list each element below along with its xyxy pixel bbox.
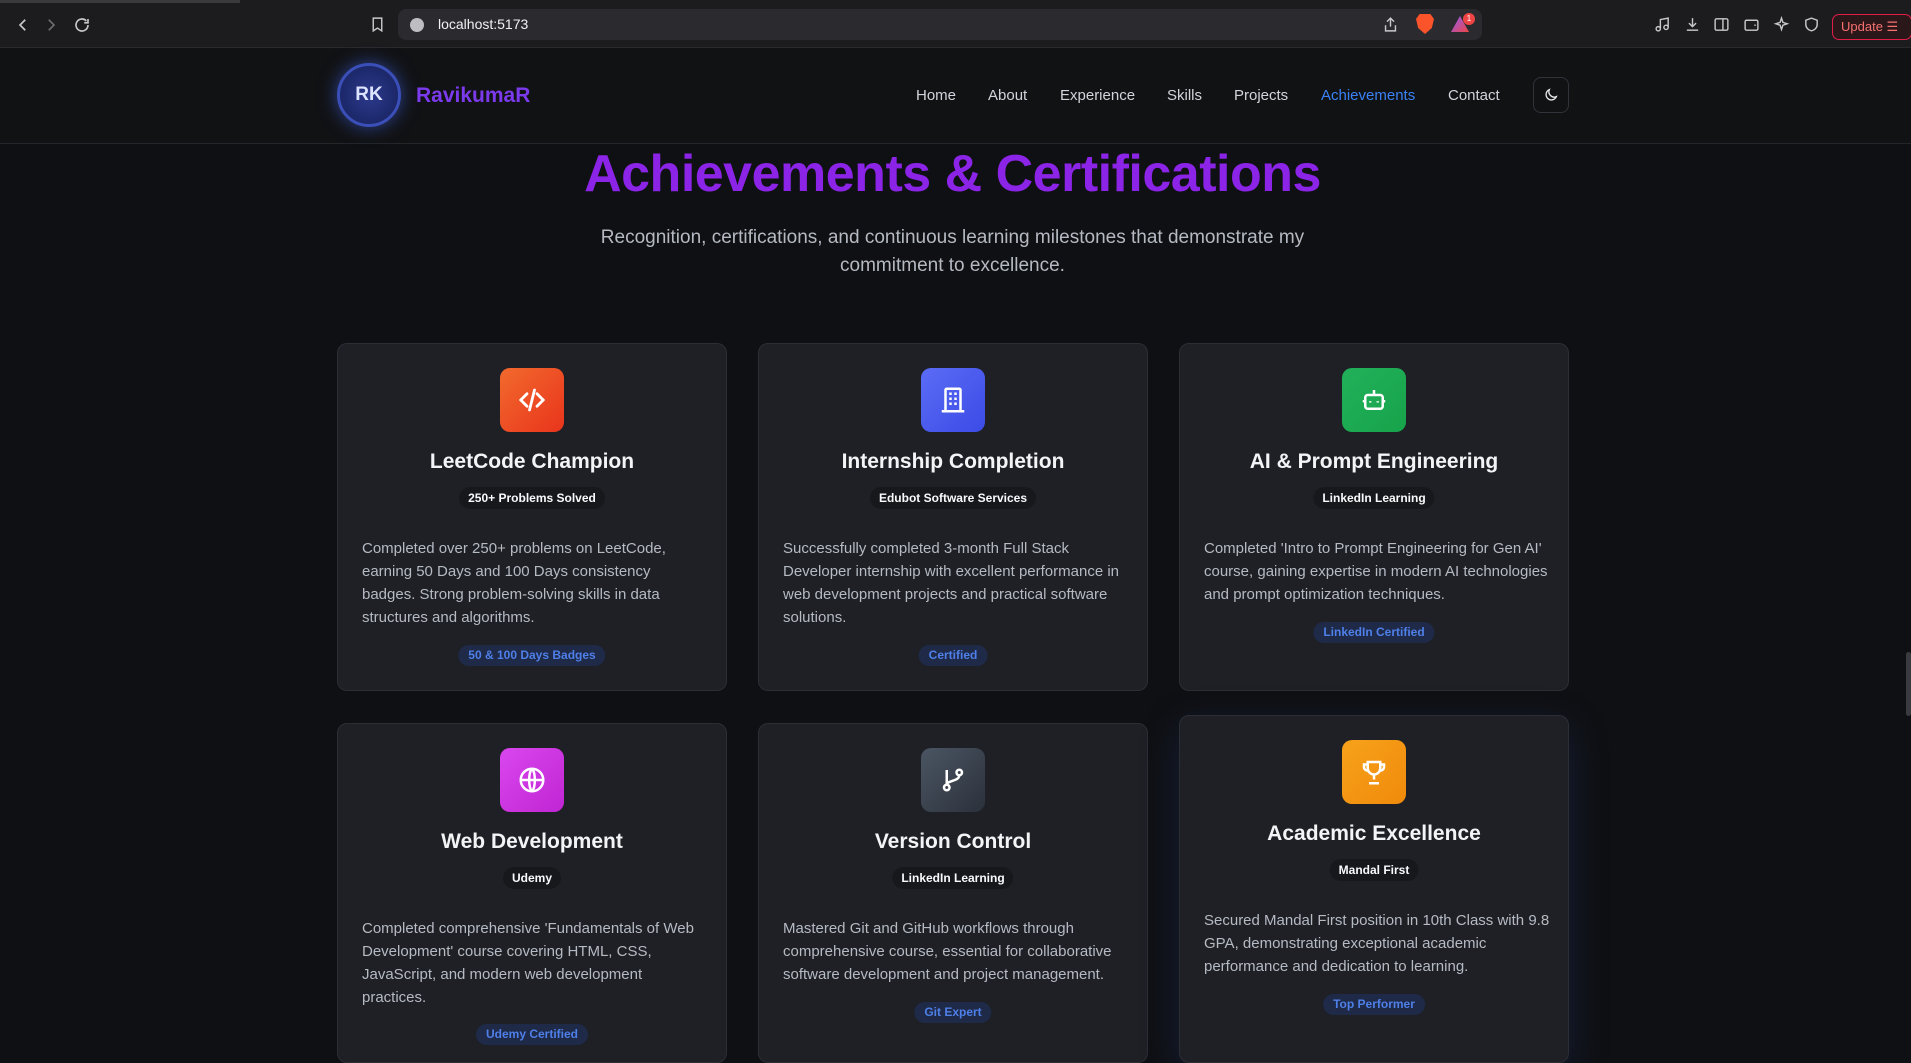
code-icon xyxy=(500,368,564,432)
card-description: Completed comprehensive 'Fundamentals of… xyxy=(362,920,694,1006)
url-text[interactable]: localhost:5173 xyxy=(438,16,528,32)
card-title: Internship Completion xyxy=(841,450,1065,473)
card-subtitle: Mandal First xyxy=(1329,859,1419,881)
card-subtitle: Udemy xyxy=(502,867,562,889)
card-title: Version Control xyxy=(874,830,1032,853)
achievement-card-leetcode[interactable]: LeetCode Champion 250+ Problems Solved C… xyxy=(337,343,727,691)
vpn-shield-icon[interactable] xyxy=(1802,15,1820,33)
avatar-logo[interactable]: RK xyxy=(337,63,401,127)
share-icon[interactable] xyxy=(1381,15,1399,33)
wallet-icon[interactable] xyxy=(1742,15,1760,33)
card-description: Secured Mandal First position in 10th Cl… xyxy=(1204,912,1550,975)
address-bar[interactable] xyxy=(398,9,1482,40)
card-badge: Udemy Certified xyxy=(475,1024,589,1045)
page-title: Achievements & Certifications xyxy=(584,145,1321,203)
card-title: LeetCode Champion xyxy=(429,450,635,473)
card-subtitle: 250+ Problems Solved xyxy=(459,487,605,509)
trophy-icon xyxy=(1342,740,1406,804)
rewards-badge: 1 xyxy=(1463,13,1475,25)
nav-achievements[interactable]: Achievements xyxy=(1321,87,1415,104)
achievement-card-version-control[interactable]: Version Control LinkedIn Learning Master… xyxy=(758,723,1148,1063)
card-title: Web Development xyxy=(441,830,623,853)
back-icon[interactable] xyxy=(12,14,34,36)
achievement-card-internship[interactable]: Internship Completion Edubot Software Se… xyxy=(758,343,1148,691)
card-description: Successfully completed 3-month Full Stac… xyxy=(783,540,1120,626)
nav-skills[interactable]: Skills xyxy=(1167,87,1202,104)
card-subtitle: Edubot Software Services xyxy=(869,487,1037,509)
card-badge: 50 & 100 Days Badges xyxy=(458,645,606,666)
bookmark-icon[interactable] xyxy=(368,15,386,33)
theme-toggle-button[interactable] xyxy=(1533,77,1569,113)
page-subtitle: Recognition, certifications, and continu… xyxy=(600,227,1305,276)
moon-icon xyxy=(1545,88,1558,101)
card-badge: Git Expert xyxy=(914,1002,992,1023)
nav-projects[interactable]: Projects xyxy=(1234,87,1288,104)
card-description: Completed 'Intro to Prompt Engineering f… xyxy=(1204,540,1548,603)
forward-icon[interactable] xyxy=(40,14,62,36)
card-subtitle: LinkedIn Learning xyxy=(892,867,1014,889)
nav-experience[interactable]: Experience xyxy=(1060,87,1135,104)
nav-about[interactable]: About xyxy=(988,87,1027,104)
achievement-card-webdev[interactable]: Web Development Udemy Completed comprehe… xyxy=(337,723,727,1063)
globe-icon xyxy=(500,748,564,812)
card-badge: LinkedIn Certified xyxy=(1313,622,1435,643)
building-icon xyxy=(921,368,985,432)
download-icon[interactable] xyxy=(1683,15,1701,33)
card-subtitle: LinkedIn Learning xyxy=(1313,487,1435,509)
git-branch-icon xyxy=(921,748,985,812)
card-description: Completed over 250+ problems on LeetCode… xyxy=(362,540,666,626)
site-info-icon[interactable] xyxy=(410,18,424,32)
card-badge: Top Performer xyxy=(1323,994,1425,1015)
achievement-card-ai[interactable]: AI & Prompt Engineering LinkedIn Learnin… xyxy=(1179,343,1569,691)
update-button[interactable]: Update ☰ xyxy=(1832,14,1911,40)
tab-strip[interactable] xyxy=(0,0,240,3)
leo-ai-icon[interactable] xyxy=(1772,15,1790,33)
music-icon[interactable] xyxy=(1653,15,1671,33)
card-title: Academic Excellence xyxy=(1267,822,1481,845)
card-badge: Certified xyxy=(918,645,988,666)
reload-icon[interactable] xyxy=(71,14,93,36)
nav-contact[interactable]: Contact xyxy=(1448,87,1500,104)
robot-icon xyxy=(1342,368,1406,432)
achievement-card-academic[interactable]: Academic Excellence Mandal First Secured… xyxy=(1179,715,1569,1063)
card-title: AI & Prompt Engineering xyxy=(1249,450,1499,473)
nav-home[interactable]: Home xyxy=(916,87,956,104)
sidebar-icon[interactable] xyxy=(1712,15,1730,33)
card-description: Mastered Git and GitHub workflows throug… xyxy=(783,920,1112,983)
page-scrollbar[interactable] xyxy=(1906,652,1911,716)
brand-name[interactable]: RavikumaR xyxy=(416,84,530,108)
logo-initials: RK xyxy=(355,84,383,105)
